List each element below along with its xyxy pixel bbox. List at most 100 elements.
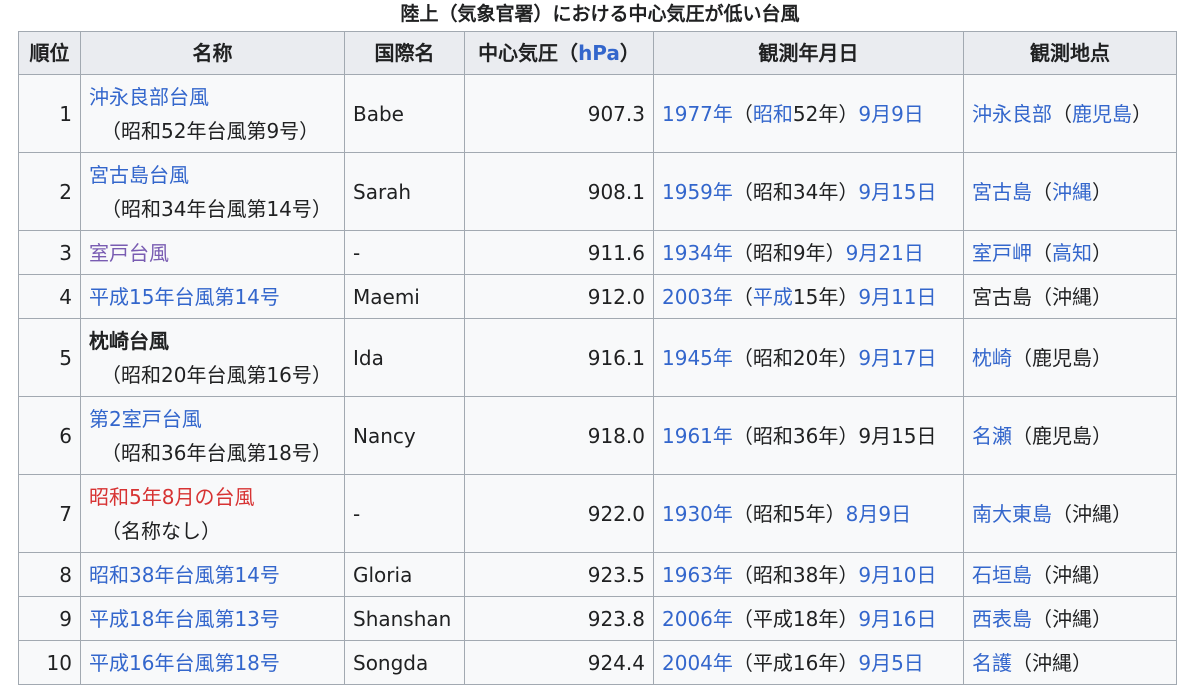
place-cell: 室戸岬（高知） — [963, 230, 1177, 275]
era-text: 昭和36年 — [752, 423, 839, 448]
prefecture-link[interactable]: 高知 — [1052, 241, 1092, 265]
paren-close: ） — [1092, 345, 1112, 370]
month-day-link[interactable]: 9月10日 — [858, 563, 936, 587]
paren-close: ） — [1072, 650, 1092, 675]
year-link[interactable]: 1963年 — [662, 563, 733, 587]
typhoon-name-link[interactable]: 昭和38年台風第14号 — [89, 563, 280, 587]
pressure-cell: 907.3 — [464, 74, 654, 153]
month-day-link[interactable]: 8月9日 — [846, 502, 911, 526]
place-link[interactable]: 宮古島 — [972, 180, 1032, 204]
month-day-link[interactable]: 9月15日 — [858, 180, 936, 204]
header-rank[interactable]: 順位 — [18, 31, 81, 75]
intl-name-cell: Songda — [344, 640, 465, 685]
prefecture-link[interactable]: 鹿児島 — [1072, 102, 1132, 126]
month-day-link[interactable]: 9月9日 — [858, 102, 923, 126]
year-link[interactable]: 1959年 — [662, 180, 733, 204]
table-row: 8 昭和38年台風第14号 Gloria 923.5 1963年（昭和38年）9… — [18, 552, 1177, 597]
typhoon-name: 枕崎台風 — [89, 328, 169, 353]
era-link[interactable]: 平成 — [753, 285, 793, 309]
year-link[interactable]: 2006年 — [662, 607, 733, 631]
pressure-cell: 922.0 — [464, 474, 654, 553]
typhoon-subname: （昭和20年台風第16号） — [101, 362, 332, 387]
typhoon-subname: （昭和34年台風第14号） — [101, 196, 332, 221]
typhoon-name-link[interactable]: 室戸台風 — [89, 241, 169, 265]
pressure-cell: 911.6 — [464, 230, 654, 275]
year-link[interactable]: 2003年 — [662, 285, 733, 309]
month-day-link[interactable]: 9月17日 — [858, 346, 936, 370]
header-name[interactable]: 名称 — [80, 31, 345, 75]
header-date[interactable]: 観測年月日 — [653, 31, 964, 75]
table-row: 5 枕崎台風 （昭和20年台風第16号） Ida 916.1 1945年（昭和20… — [18, 318, 1177, 397]
place-link[interactable]: 沖永良部 — [972, 102, 1052, 126]
place-link[interactable]: 南大東島 — [972, 502, 1052, 526]
rank-cell: 3 — [18, 230, 81, 275]
date-cell: 1977年（昭和52年）9月9日 — [653, 74, 964, 153]
intl-name-cell: Nancy — [344, 396, 465, 475]
prefecture-text: 沖縄 — [1072, 501, 1112, 526]
era-paren: （ — [732, 284, 753, 309]
paren-open: （ — [1032, 562, 1052, 587]
table-row: 7 昭和5年8月の台風 （名称なし） - 922.0 1930年（昭和5年）8月9… — [18, 474, 1177, 553]
place-link[interactable]: 西表島 — [972, 607, 1032, 631]
table-row: 10 平成16年台風第18号 Songda 924.4 2004年（平成16年）… — [18, 640, 1177, 685]
paren-open: （ — [1052, 101, 1072, 126]
era-paren: （ — [732, 179, 753, 204]
date-cell: 2006年（平成18年）9月16日 — [653, 596, 964, 641]
table-row: 3 室戸台風 - 911.6 1934年（昭和9年）9月21日 室戸岬（高知） — [18, 230, 1177, 275]
era-rest: ） — [838, 606, 859, 631]
header-pressure-prefix: 中心気圧（ — [478, 41, 579, 65]
place-link[interactable]: 名護 — [972, 651, 1012, 675]
rank-cell: 10 — [18, 640, 81, 685]
month-day-link[interactable]: 9月21日 — [846, 241, 924, 265]
year-link[interactable]: 1930年 — [662, 502, 733, 526]
month-day-link[interactable]: 9月5日 — [858, 651, 923, 675]
prefecture-text: 鹿児島 — [1032, 345, 1092, 370]
place-cell: 西表島（沖縄） — [963, 596, 1177, 641]
place-link[interactable]: 石垣島 — [972, 563, 1032, 587]
typhoon-name-link[interactable]: 平成18年台風第13号 — [89, 607, 280, 631]
era-text: 昭和34年 — [752, 179, 839, 204]
place-link[interactable]: 名瀬 — [972, 424, 1012, 448]
era-text: 昭和5年 — [752, 501, 826, 526]
era-rest: ） — [838, 423, 859, 448]
place-cell: 沖永良部（鹿児島） — [963, 74, 1177, 153]
year-link[interactable]: 1977年 — [662, 102, 733, 126]
date-cell: 1963年（昭和38年）9月10日 — [653, 552, 964, 597]
month-day-text: 9月15日 — [858, 423, 937, 448]
header-row: 順位 名称 国際名 中心気圧（hPa） 観測年月日 観測地点 — [18, 31, 1177, 75]
year-link[interactable]: 2004年 — [662, 651, 733, 675]
table-row: 2 宮古島台風 （昭和34年台風第14号） Sarah 908.1 1959年（昭… — [18, 152, 1177, 231]
paren-open: （ — [1032, 179, 1052, 204]
place-text: 宮古島 — [972, 284, 1032, 309]
typhoon-name-link[interactable]: 平成15年台風第14号 — [89, 285, 280, 309]
intl-name-cell: Shanshan — [344, 596, 465, 641]
prefecture-link[interactable]: 沖縄 — [1052, 180, 1092, 204]
name-cell: 昭和5年8月の台風 （名称なし） — [80, 474, 345, 553]
typhoon-name-link[interactable]: 平成16年台風第18号 — [89, 651, 280, 675]
typhoon-name-link[interactable]: 第2室戸台風 — [89, 402, 336, 436]
year-link[interactable]: 1945年 — [662, 346, 733, 370]
hpa-link[interactable]: hPa — [578, 41, 620, 65]
typhoon-name-redlink[interactable]: 昭和5年8月の台風 — [89, 480, 336, 514]
place-cell: 石垣島（沖縄） — [963, 552, 1177, 597]
era-rest: 52年） — [792, 101, 859, 126]
month-day-link[interactable]: 9月16日 — [858, 607, 936, 631]
header-place[interactable]: 観測地点 — [963, 31, 1177, 75]
era-link[interactable]: 昭和 — [753, 102, 793, 126]
header-intl-name[interactable]: 国際名 — [344, 31, 465, 75]
place-link[interactable]: 室戸岬 — [972, 241, 1032, 265]
year-link[interactable]: 1961年 — [662, 424, 733, 448]
paren-close: ） — [1112, 501, 1132, 526]
rank-cell: 2 — [18, 152, 81, 231]
date-cell: 1959年（昭和34年）9月15日 — [653, 152, 964, 231]
typhoon-name-link[interactable]: 沖永良部台風 — [89, 80, 336, 114]
typhoon-name-link[interactable]: 宮古島台風 — [89, 158, 336, 192]
year-link[interactable]: 1934年 — [662, 241, 733, 265]
paren-close: ） — [1092, 240, 1112, 265]
paren-close: ） — [1092, 606, 1112, 631]
place-link[interactable]: 枕崎 — [972, 346, 1012, 370]
month-day-link[interactable]: 9月11日 — [858, 285, 936, 309]
date-cell: 2004年（平成16年）9月5日 — [653, 640, 964, 685]
place-cell: 名護（沖縄） — [963, 640, 1177, 685]
header-pressure[interactable]: 中心気圧（hPa） — [464, 31, 654, 75]
